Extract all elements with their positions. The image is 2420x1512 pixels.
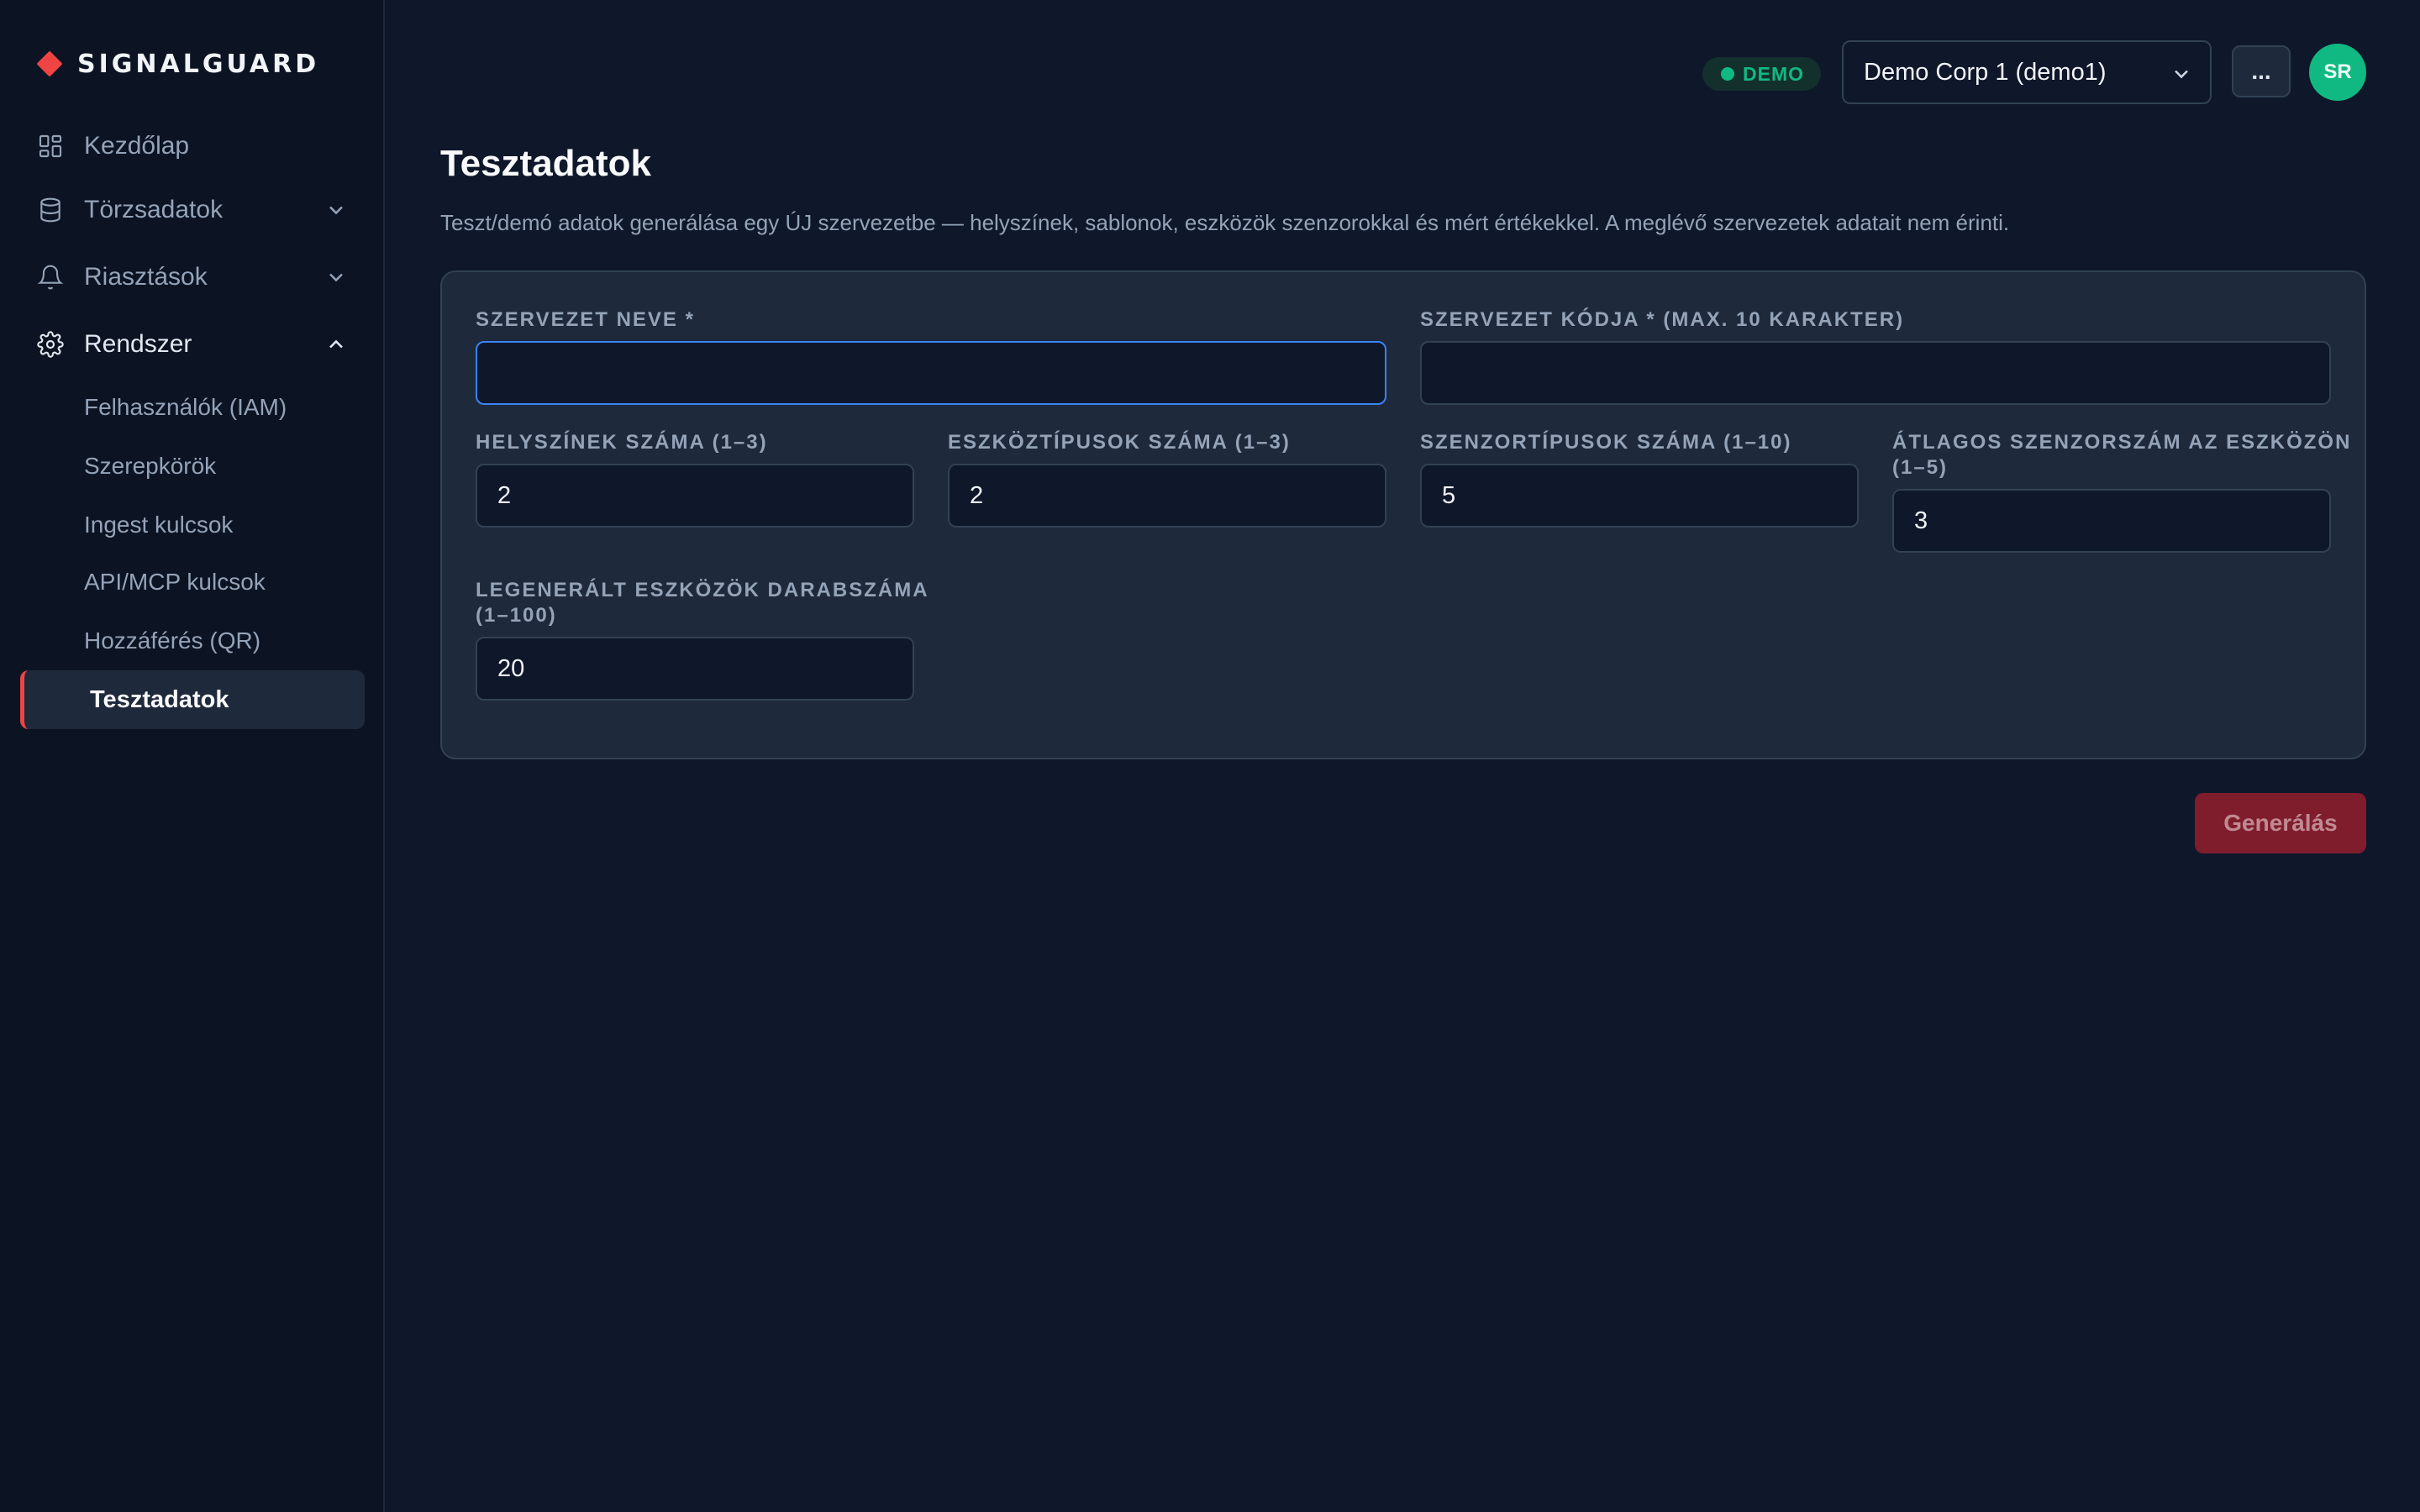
sidebar-item-torzsadatok[interactable]: Törzsadatok xyxy=(37,186,348,234)
bell-icon xyxy=(37,260,71,294)
sites-count-input[interactable] xyxy=(476,464,914,528)
demo-status-badge: DEMO xyxy=(1702,57,1821,91)
chevron-down-icon xyxy=(324,265,348,289)
organization-select-value: Demo Corp 1 (demo1) xyxy=(1864,58,2107,86)
dashboard-icon xyxy=(37,129,71,163)
sidebar-subitem-testdata[interactable]: Tesztadatok xyxy=(20,670,365,729)
devices-count-label-line1: LEGENERÁLT ESZKÖZÖK DARABSZÁMA xyxy=(476,579,929,601)
sidebar-subitem-ingest-keys[interactable]: Ingest kulcsok xyxy=(84,504,233,546)
devices-count-input[interactable] xyxy=(476,637,914,701)
avatar[interactable]: SR xyxy=(2309,44,2366,101)
sidebar-item-label: Riasztások xyxy=(84,263,208,291)
chevron-down-icon xyxy=(2170,62,2193,86)
badge-label: DEMO xyxy=(1743,62,1804,85)
org-name-label: SZERVEZET NEVE * xyxy=(476,308,695,331)
chevron-up-icon xyxy=(324,333,348,356)
devices-count-label-line2: (1–100) xyxy=(476,604,557,627)
avg-sensors-label: ÁTLAGOS SZENZORSZÁM AZ ESZKÖZÖN (1–5) xyxy=(1892,430,2351,480)
sidebar-item-kezdolap[interactable]: Kezdőlap xyxy=(37,123,348,170)
sidebar-subitem-api-keys[interactable]: API/MCP kulcsok xyxy=(84,561,266,603)
brand-name: SIGNALGUARD xyxy=(77,49,320,79)
org-code-label: SZERVEZET KÓDJA * (MAX. 10 KARAKTER) xyxy=(1420,308,1905,331)
test-data-form-card: SZERVEZET NEVE * SZERVEZET KÓDJA * (MAX.… xyxy=(440,270,2366,759)
sidebar-item-label: Kezdőlap xyxy=(84,132,190,160)
diamond-logo-icon xyxy=(36,50,63,77)
gear-icon xyxy=(37,328,71,361)
app-root: SIGNALGUARD Kezdőlap Törzsadatok Riasztá… xyxy=(0,0,2420,1512)
generate-button[interactable]: Generálás xyxy=(2195,793,2366,853)
organization-select[interactable]: Demo Corp 1 (demo1) xyxy=(1842,40,2212,104)
status-dot-icon xyxy=(1721,67,1734,81)
device-types-label: ESZKÖZTÍPUSOK SZÁMA (1–3) xyxy=(948,431,1291,454)
devices-count-label: LEGENERÁLT ESZKÖZÖK DARABSZÁMA (1–100) xyxy=(476,578,929,628)
org-name-input[interactable] xyxy=(476,341,1386,405)
avg-sensors-label-line1: ÁTLAGOS SZENZORSZÁM AZ ESZKÖZÖN xyxy=(1892,431,2352,454)
avg-sensors-input[interactable] xyxy=(1892,489,2331,553)
sidebar-subitem-qr-access[interactable]: Hozzáférés (QR) xyxy=(84,620,260,662)
sidebar-item-riasztasok[interactable]: Riasztások xyxy=(37,254,348,301)
sidebar-item-rendszer[interactable]: Rendszer xyxy=(37,321,348,368)
sidebar-subitem-roles[interactable]: Szerepkörök xyxy=(84,445,216,487)
sidebar-item-label: Rendszer xyxy=(84,330,192,358)
sensor-types-input[interactable] xyxy=(1420,464,1859,528)
database-icon xyxy=(37,193,71,227)
avg-sensors-label-line2: (1–5) xyxy=(1892,456,1949,479)
page-title: Tesztadatok xyxy=(440,143,652,184)
org-code-input[interactable] xyxy=(1420,341,2331,405)
sites-count-label: HELYSZÍNEK SZÁMA (1–3) xyxy=(476,431,768,454)
sidebar: SIGNALGUARD Kezdőlap Törzsadatok Riasztá… xyxy=(0,0,385,1512)
page-description: Teszt/demó adatok generálása egy ÚJ szer… xyxy=(440,210,2010,235)
sidebar-subitem-users[interactable]: Felhasználók (IAM) xyxy=(84,386,287,428)
brand-logo[interactable]: SIGNALGUARD xyxy=(36,49,320,79)
device-types-input[interactable] xyxy=(948,464,1386,528)
sensor-types-label: SZENZORTÍPUSOK SZÁMA (1–10) xyxy=(1420,431,1792,454)
chevron-down-icon xyxy=(324,198,348,222)
sidebar-item-label: Törzsadatok xyxy=(84,196,224,223)
more-options-button[interactable]: ... xyxy=(2232,45,2291,97)
